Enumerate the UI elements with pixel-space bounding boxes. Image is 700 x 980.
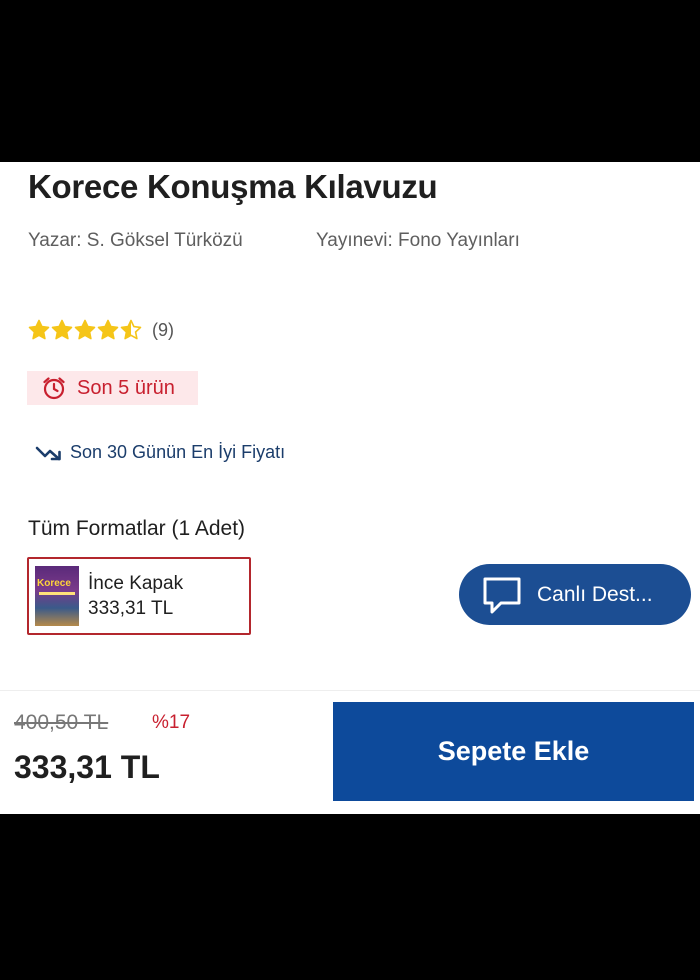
- current-price: 333,31 TL: [14, 749, 160, 785]
- star-full-icon: [28, 319, 50, 341]
- alarm-clock-icon: [43, 377, 65, 400]
- format-price: 333,31 TL: [88, 597, 174, 619]
- discount-badge: %17: [152, 712, 191, 733]
- add-to-cart-button[interactable]: Sepete Ekle: [333, 702, 694, 801]
- formats-title: Tüm Formatlar (1 Adet): [28, 517, 246, 540]
- publisher-name[interactable]: Fono Yayınları: [398, 230, 520, 251]
- star-full-icon: [51, 319, 73, 341]
- publisher-link[interactable]: Yayınevi: Fono Yayınları: [316, 230, 520, 252]
- product-page: Korece Konuşma Kılavuzu Yazar: S. Göksel…: [0, 162, 700, 814]
- star-half-icon: [120, 319, 142, 341]
- old-price: 400,50 TL: [14, 711, 109, 734]
- live-support-label[interactable]: Canlı Dest...: [537, 583, 653, 607]
- live-support-button[interactable]: Canlı Dest...: [459, 564, 691, 625]
- star-full-icon: [97, 319, 119, 341]
- author-link[interactable]: Yazar: S. Göksel Türközü: [28, 230, 243, 252]
- book-cover-image: Korece: [35, 566, 79, 626]
- rating[interactable]: (9): [28, 319, 174, 341]
- chat-bubble-icon: [483, 577, 521, 613]
- product-title: Korece Konuşma Kılavuzu: [28, 168, 438, 205]
- author-label: Yazar:: [28, 230, 82, 251]
- star-full-icon: [74, 319, 96, 341]
- publisher-label: Yayınevi:: [316, 230, 393, 251]
- format-name: İnce Kapak: [88, 572, 184, 594]
- stock-badge: Son 5 ürün: [27, 371, 198, 405]
- format-info: İnce Kapak 333,31 TL: [88, 573, 183, 620]
- format-option-ince-kapak[interactable]: Korece İnce Kapak 333,31 TL: [27, 557, 251, 635]
- best-price-text[interactable]: Son 30 Günün En İyi Fiyatı: [70, 442, 285, 463]
- author-name[interactable]: S. Göksel Türközü: [87, 230, 243, 251]
- rating-count[interactable]: (9): [152, 320, 174, 341]
- rating-stars: [28, 319, 142, 341]
- book-cover-text: Korece: [37, 578, 71, 589]
- clipped-content: [28, 678, 268, 686]
- bottom-purchase-bar: 400,50 TL %17 333,31 TL Sepete Ekle: [0, 690, 700, 814]
- best-price-link[interactable]: Son 30 Günün En İyi Fiyatı: [34, 442, 285, 463]
- stock-text: Son 5 ürün: [77, 376, 175, 399]
- trending-down-icon: [35, 446, 61, 460]
